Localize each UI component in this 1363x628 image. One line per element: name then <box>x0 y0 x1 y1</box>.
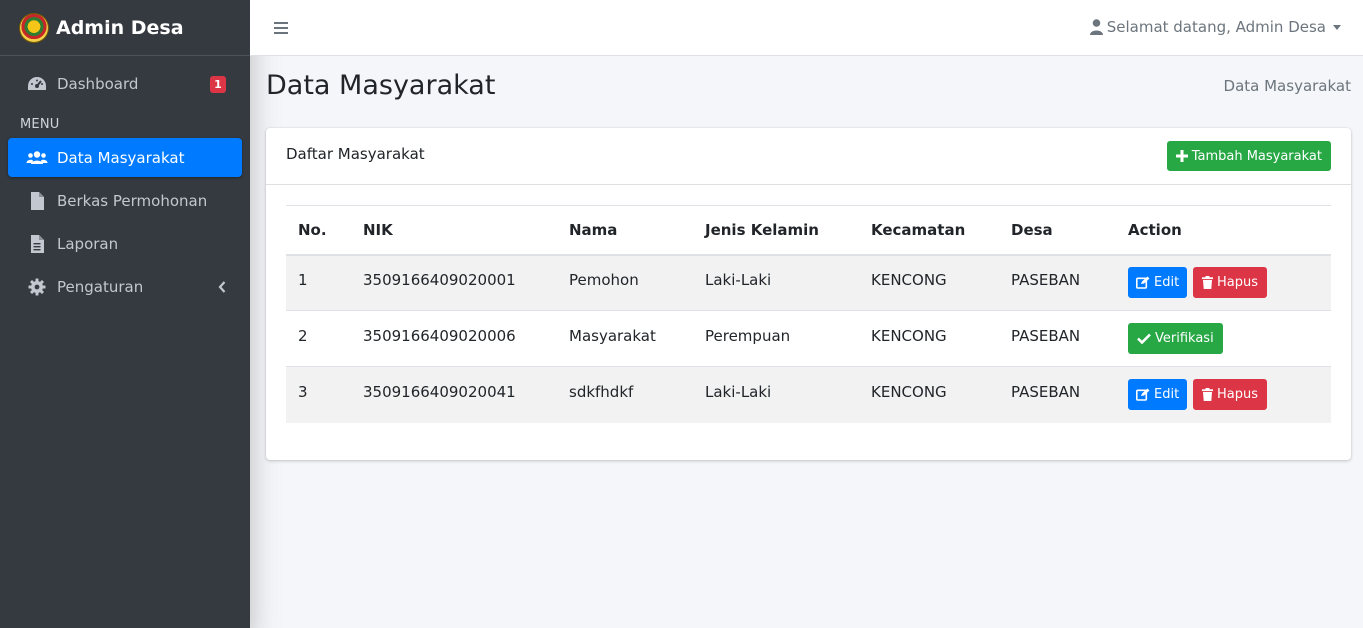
user-greeting: Selamat datang, Admin Desa <box>1106 18 1326 36</box>
add-masyarakat-button[interactable]: Tambah Masyarakat <box>1166 141 1331 171</box>
cell-no: 1 <box>286 254 351 311</box>
column-header[interactable]: Kecamatan <box>859 205 999 256</box>
caret-down-icon <box>1333 24 1341 30</box>
column-header[interactable]: Desa <box>999 205 1116 256</box>
verify-button[interactable]: Verifikasi <box>1128 323 1223 354</box>
table-container: No. NIK Nama Jenis Kelamin Kecamatan Des… <box>286 205 1331 423</box>
cell-action: Edit Hapus <box>1116 366 1331 423</box>
hamburger-icon[interactable] <box>274 21 288 34</box>
cell-nik: 3509166409020001 <box>351 254 557 311</box>
file-icon <box>26 191 48 210</box>
edit-label: Edit <box>1154 387 1180 403</box>
brand-link[interactable]: Admin Desa <box>0 0 250 56</box>
cell-kecamatan: KENCONG <box>859 366 999 423</box>
delete-label: Hapus <box>1216 387 1258 403</box>
add-button-label: Tambah Masyarakat <box>1191 148 1322 164</box>
users-icon <box>26 150 48 166</box>
cell-nik: 3509166409020041 <box>351 366 557 423</box>
content-wrapper: Data Masyarakat Data Masyarakat Daftar M… <box>250 56 1363 628</box>
masyarakat-table: No. NIK Nama Jenis Kelamin Kecamatan Des… <box>286 205 1331 423</box>
cell-nama: Pemohon <box>557 254 693 311</box>
column-header[interactable]: No. <box>286 205 351 256</box>
cell-desa: PASEBAN <box>999 366 1116 423</box>
cell-kecamatan: KENCONG <box>859 310 999 367</box>
edit-icon <box>1136 276 1150 290</box>
cell-jenis-kelamin: Perempuan <box>693 310 859 367</box>
cell-jenis-kelamin: Laki-Laki <box>693 366 859 423</box>
user-menu-dropdown[interactable]: Selamat datang, Admin Desa <box>1089 18 1341 36</box>
edit-button[interactable]: Edit <box>1128 267 1188 299</box>
cell-nama: sdkfhdkf <box>557 366 693 423</box>
cell-action: Verifikasi <box>1116 310 1331 367</box>
cell-no: 3 <box>286 366 351 423</box>
cell-desa: PASEBAN <box>999 254 1116 311</box>
edit-button[interactable]: Edit <box>1128 379 1188 411</box>
table-row: 2 3509166409020006 Masyarakat Perempuan … <box>286 310 1331 367</box>
plus-icon <box>1175 150 1188 162</box>
delete-button[interactable]: Hapus <box>1192 267 1267 299</box>
check-icon <box>1137 333 1151 344</box>
card-header: Daftar Masyarakat Tambah Masyarakat <box>266 128 1351 185</box>
column-header[interactable]: Jenis Kelamin <box>693 205 859 256</box>
sidebar-item-label: Dashboard <box>57 74 139 93</box>
menu-header: MENU <box>20 117 60 132</box>
sidebar-item-berkas-permohonan[interactable]: Berkas Permohonan <box>8 181 242 220</box>
cell-no: 2 <box>286 310 351 367</box>
card-title: Daftar Masyarakat <box>286 145 425 163</box>
cell-jenis-kelamin: Laki-Laki <box>693 254 859 311</box>
sidebar-item-laporan[interactable]: Laporan <box>8 224 242 263</box>
top-navbar: Selamat datang, Admin Desa <box>250 0 1363 56</box>
delete-button[interactable]: Hapus <box>1192 379 1267 411</box>
sidebar-item-label: Data Masyarakat <box>57 148 185 167</box>
page-title: Data Masyarakat <box>266 70 496 101</box>
cell-nama: Masyarakat <box>557 310 693 367</box>
table-header-row: No. NIK Nama Jenis Kelamin Kecamatan Des… <box>286 205 1331 256</box>
delete-label: Hapus <box>1216 275 1258 291</box>
brand-title: Admin Desa <box>56 16 184 39</box>
village-emblem-icon <box>20 13 48 42</box>
cell-kecamatan: KENCONG <box>859 254 999 311</box>
tachometer-icon <box>26 76 48 92</box>
cell-nik: 3509166409020006 <box>351 310 557 367</box>
verify-label: Verifikasi <box>1155 331 1214 346</box>
data-card: Daftar Masyarakat Tambah Masyarakat No. … <box>266 128 1351 460</box>
sidebar: Admin Desa Dashboard 1 MENU Data Masyara… <box>0 0 250 628</box>
sidebar-item-label: Pengaturan <box>57 277 144 296</box>
sidebar-item-data-masyarakat[interactable]: Data Masyarakat <box>8 138 242 177</box>
sidebar-item-pengaturan[interactable]: Pengaturan <box>8 267 242 306</box>
file-text-icon <box>26 234 48 253</box>
breadcrumb: Data Masyarakat <box>1223 77 1351 95</box>
sidebar-item-dashboard[interactable]: Dashboard 1 <box>8 64 242 103</box>
column-header[interactable]: NIK <box>351 205 557 256</box>
cell-desa: PASEBAN <box>999 310 1116 367</box>
cell-action: Edit Hapus <box>1116 254 1331 311</box>
gear-icon <box>26 278 48 296</box>
table-row: 1 3509166409020001 Pemohon Laki-Laki KEN… <box>286 254 1331 311</box>
trash-icon <box>1201 276 1213 290</box>
notification-badge: 1 <box>210 76 226 93</box>
column-header[interactable]: Action <box>1116 205 1331 256</box>
sidebar-item-label: Laporan <box>57 234 119 253</box>
chevron-left-icon <box>218 279 226 297</box>
edit-label: Edit <box>1154 275 1180 291</box>
sidebar-nav: Dashboard 1 MENU Data Masyarakat Berkas … <box>0 56 250 306</box>
edit-icon <box>1136 388 1150 402</box>
table-row: 3 3509166409020041 sdkfhdkf Laki-Laki KE… <box>286 366 1331 423</box>
user-icon <box>1089 19 1103 35</box>
column-header[interactable]: Nama <box>557 205 693 256</box>
sidebar-item-label: Berkas Permohonan <box>57 191 208 210</box>
trash-icon <box>1201 388 1213 402</box>
